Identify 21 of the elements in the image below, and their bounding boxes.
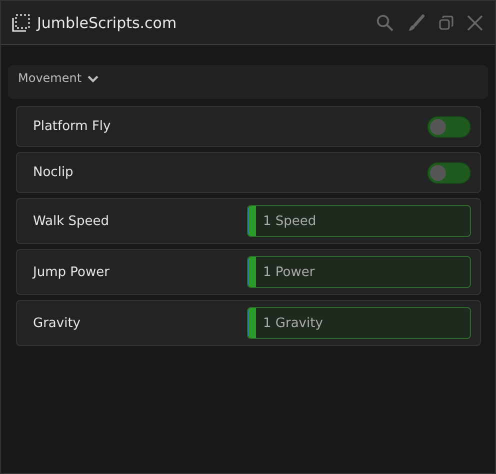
toggle-switch[interactable] bbox=[427, 116, 471, 138]
option-label: Jump Power bbox=[33, 264, 110, 280]
slider-track[interactable]: 1 Gravity bbox=[247, 307, 471, 339]
slider-value: 1 Speed bbox=[263, 214, 316, 228]
option-label: Gravity bbox=[33, 316, 80, 330]
slider-value: 1 Gravity bbox=[263, 316, 323, 330]
window-title: JumbleScripts.com bbox=[37, 14, 177, 32]
option-label: Platform Fly bbox=[33, 119, 111, 134]
search-icon[interactable] bbox=[376, 14, 394, 32]
option-label: Walk Speed bbox=[33, 214, 110, 228]
dotted-square-icon bbox=[12, 14, 30, 32]
restore-icon[interactable] bbox=[438, 14, 454, 30]
slider-track[interactable]: 1 Speed bbox=[247, 205, 471, 237]
toggle-switch[interactable] bbox=[427, 162, 471, 184]
chevron-icon bbox=[86, 75, 99, 83]
brush-icon[interactable] bbox=[407, 14, 425, 32]
slider-track[interactable]: 1 Power bbox=[247, 256, 471, 288]
slider-value: 1 Power bbox=[263, 264, 315, 280]
close-icon[interactable] bbox=[467, 14, 483, 30]
section-header[interactable]: Movement bbox=[8, 65, 488, 99]
option-label: Noclip bbox=[33, 165, 74, 180]
